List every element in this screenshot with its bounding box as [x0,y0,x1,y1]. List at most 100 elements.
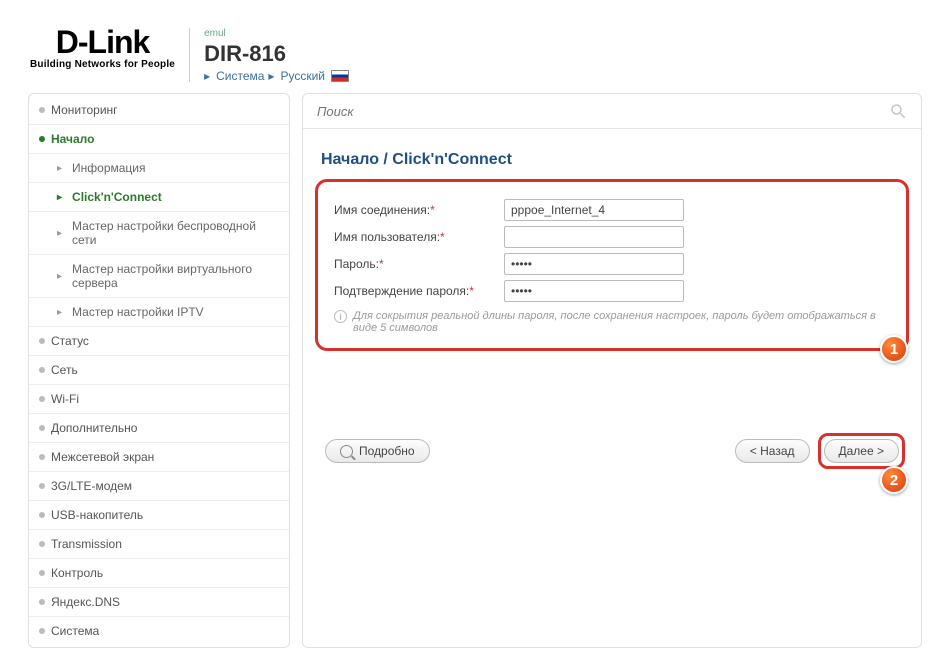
label-text: Подтверждение пароля: [334,284,469,298]
label-connection-name: Имя соединения:* [334,203,504,217]
callout-1: 1 [880,335,908,363]
bullet-icon [39,570,45,576]
sidebar-item-label: USB-накопитель [51,508,143,522]
breadcrumb: ▸ Система ▸ Русский [204,69,349,83]
required-mark: * [440,230,445,244]
bullet-icon [39,628,45,634]
search-input[interactable] [317,104,889,119]
next-button[interactable]: Далее > [824,439,900,463]
sidebar-item-control[interactable]: Контроль [29,559,289,588]
bullet-icon [39,136,45,142]
bullet-icon [39,483,45,489]
callout-2: 2 [880,466,908,494]
label-text: Пароль: [334,257,379,271]
chevron-right-icon: ▸ [57,163,62,174]
sidebar-sub-information[interactable]: ▸ Информация [29,154,289,183]
sidebar-item-monitoring[interactable]: Мониторинг [29,96,289,125]
sidebar-item-label: Дополнительно [51,421,137,435]
chevron-right-icon: ▸ [57,271,62,282]
logo-block: D-Link Building Networks for People [30,28,175,70]
sidebar-item-firewall[interactable]: Межсетевой экран [29,443,289,472]
required-mark: * [379,257,384,271]
sidebar-item-wifi[interactable]: Wi-Fi [29,385,289,414]
row-confirm-password: Подтверждение пароля:* [334,280,890,302]
sidebar-item-label: Система [51,624,99,638]
bullet-icon [39,367,45,373]
sidebar-item-label: Контроль [51,566,103,580]
model-name: DIR-816 [204,41,349,67]
bullet-icon [39,396,45,402]
sidebar-item-label: Wi-Fi [51,392,79,406]
main-panel: Начало / Click'n'Connect Имя соединения:… [302,93,922,648]
sidebar-item-status[interactable]: Статус [29,327,289,356]
sidebar-item-usb[interactable]: USB-накопитель [29,501,289,530]
label-password: Пароль:* [334,257,504,271]
info-icon: i [334,310,347,323]
hint-text: Для сокрытия реальной длины пароля, посл… [353,310,890,334]
sidebar-item-label: Мастер настройки беспроводной сети [72,219,279,247]
flag-ru-icon [331,70,349,82]
sidebar-item-label: Click'n'Connect [72,190,162,204]
sidebar-item-label: Статус [51,334,89,348]
sidebar-item-system[interactable]: Система [29,617,289,645]
divider [189,28,190,82]
sidebar-item-label: Transmission [51,537,122,551]
sidebar-item-network[interactable]: Сеть [29,356,289,385]
form-highlight-box: Имя соединения:* Имя пользователя:* Паро… [315,179,909,351]
callout-number: 2 [890,472,898,489]
sidebar-item-label: Информация [72,161,145,175]
sidebar-item-3glte[interactable]: 3G/LTE-модем [29,472,289,501]
emul-label: emul [204,28,349,39]
sidebar-sub-vs-wizard[interactable]: ▸Мастер настройки виртуального сервера [29,255,289,298]
label-confirm-password: Подтверждение пароля:* [334,284,504,298]
sidebar-sub-wifi-wizard[interactable]: ▸ Мастер настройки беспроводной сети [29,212,289,255]
details-button[interactable]: Подробно [325,439,430,463]
button-label: Далее > [839,444,885,458]
sidebar-sub-clicknconnect[interactable]: ▸ Click'n'Connect [29,183,289,212]
input-password[interactable] [504,253,684,275]
hint-row: i Для сокрытия реальной длины пароля, по… [334,310,890,334]
chevron-right-icon: ▸ [268,69,274,83]
back-button[interactable]: < Назад [735,439,810,463]
sidebar-item-yandexdns[interactable]: Яндекс.DNS [29,588,289,617]
crumb-system[interactable]: Система [216,69,264,83]
row-password: Пароль:* [334,253,890,275]
model-block: emul DIR-816 ▸ Система ▸ Русский [204,28,349,83]
crumb-language[interactable]: Русский [280,69,325,83]
sidebar-item-start[interactable]: Начало [29,125,289,154]
input-username[interactable] [504,226,684,248]
sidebar-item-label: Начало [51,132,94,146]
sidebar-item-transmission[interactable]: Transmission [29,530,289,559]
chevron-right-icon: ▸ [57,192,62,203]
callout-number: 1 [890,341,898,358]
sidebar-item-label: Яндекс.DNS [51,595,120,609]
footer-row: Подробно < Назад Далее > [303,351,921,473]
button-label: < Назад [750,444,795,458]
button-label: Подробно [359,444,415,458]
sidebar-item-label: Мастер настройки IPTV [72,305,204,319]
page-title: Начало / Click'n'Connect [303,129,921,179]
sidebar-item-advanced[interactable]: Дополнительно [29,414,289,443]
input-connection-name[interactable] [504,199,684,221]
row-username: Имя пользователя:* [334,226,890,248]
magnify-icon [340,445,353,458]
bullet-icon [39,107,45,113]
input-confirm-password[interactable] [504,280,684,302]
next-highlight-box: Далее > [818,433,906,469]
chevron-right-icon: ▸ [204,69,210,83]
bullet-icon [39,599,45,605]
sidebar-item-label: Межсетевой экран [51,450,154,464]
bullet-icon [39,425,45,431]
sidebar-item-label: Мониторинг [51,103,118,117]
search-icon[interactable] [889,102,907,120]
chevron-right-icon: ▸ [57,228,62,239]
bullet-icon [39,454,45,460]
nav-button-group: < Назад Далее > [735,433,905,469]
logo-main: D-Link [56,28,150,57]
sidebar-sub-iptv-wizard[interactable]: ▸ Мастер настройки IPTV [29,298,289,327]
label-text: Имя пользователя: [334,230,440,244]
logo-tagline: Building Networks for People [30,59,175,70]
sidebar-item-label: 3G/LTE-модем [51,479,132,493]
row-connection-name: Имя соединения:* [334,199,890,221]
chevron-right-icon: ▸ [57,307,62,318]
